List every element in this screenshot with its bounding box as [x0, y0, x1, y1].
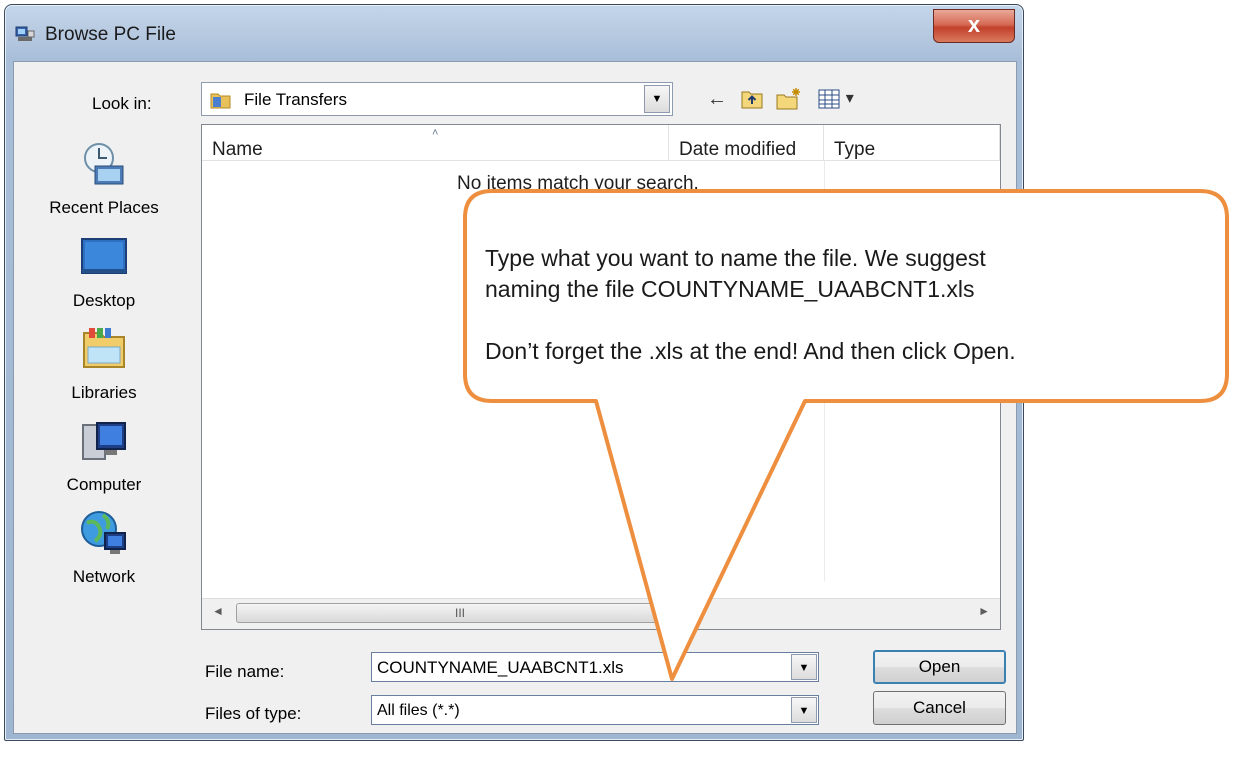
- sort-ascending-icon: ˄: [432, 127, 439, 139]
- title-bar[interactable]: Browse PC File x: [5, 5, 1023, 61]
- scroll-right-icon[interactable]: ►: [978, 604, 990, 618]
- folder-icon: [210, 91, 232, 109]
- column-header-type[interactable]: Type: [824, 125, 1000, 161]
- file-list[interactable]: Name ˄ Date modified Type No items match…: [201, 124, 1001, 630]
- column-header-type-label: Type: [834, 139, 876, 160]
- browse-pc-file-dialog: Browse PC File x Look in: File Transfers…: [4, 4, 1024, 741]
- new-folder-icon[interactable]: [775, 84, 803, 114]
- open-button[interactable]: Open: [873, 650, 1006, 684]
- place-libraries[interactable]: Libraries: [24, 325, 184, 413]
- place-label: Desktop: [72, 291, 136, 310]
- place-computer[interactable]: Computer: [24, 417, 184, 505]
- horizontal-scrollbar[interactable]: ◄ III ►: [202, 598, 1000, 629]
- recent-places-icon: [79, 140, 129, 188]
- desktop-icon: [79, 233, 129, 281]
- window-title: Browse PC File: [45, 24, 176, 45]
- file-name-value: COUNTYNAME_UAABCNT1.xls: [377, 658, 624, 677]
- file-name-label: File name:: [205, 662, 285, 681]
- column-header-name-label: Name: [212, 139, 263, 160]
- look-in-dropdown-arrow[interactable]: ▼: [644, 85, 670, 113]
- close-button[interactable]: x: [933, 9, 1015, 43]
- places-bar: Recent Places Desktop Libraries Computer: [14, 120, 192, 640]
- files-of-type-select[interactable]: All files (*.*) ▼: [371, 695, 819, 725]
- look-in-value: File Transfers: [244, 90, 347, 109]
- column-header-date-label: Date modified: [679, 139, 797, 160]
- column-header-date-modified[interactable]: Date modified: [669, 125, 824, 161]
- place-label: Libraries: [71, 383, 137, 402]
- look-in-dropdown[interactable]: File Transfers ▼: [201, 82, 673, 116]
- back-arrow-icon[interactable]: ←: [706, 84, 728, 114]
- files-of-type-value: All files (*.*): [377, 702, 460, 719]
- empty-list-message: No items match your search.: [457, 173, 699, 194]
- scroll-left-icon[interactable]: ◄: [212, 604, 224, 618]
- view-menu-icon[interactable]: ▾: [814, 84, 858, 114]
- network-icon: [79, 509, 129, 557]
- files-of-type-label: Files of type:: [205, 704, 302, 723]
- dialog-body: Look in: File Transfers ▼ ← ▾ Recent Pla…: [13, 61, 1017, 734]
- place-network[interactable]: Network: [24, 509, 184, 597]
- place-desktop[interactable]: Desktop: [24, 233, 184, 321]
- column-header-name[interactable]: Name ˄: [202, 125, 669, 161]
- place-label: Network: [72, 567, 136, 586]
- libraries-icon: [79, 325, 129, 373]
- files-of-type-dropdown-arrow[interactable]: ▼: [791, 697, 817, 723]
- view-menu-caret: ▾: [845, 90, 854, 107]
- cancel-button[interactable]: Cancel: [873, 691, 1006, 725]
- computer-icon: [79, 417, 129, 465]
- app-icon: [15, 25, 35, 43]
- scrollbar-thumb[interactable]: III: [236, 603, 684, 623]
- place-label: Computer: [66, 475, 142, 494]
- file-name-dropdown-arrow[interactable]: ▼: [791, 654, 817, 680]
- up-folder-icon[interactable]: [739, 84, 765, 114]
- place-recent-places[interactable]: Recent Places: [24, 140, 184, 228]
- callout-text: Type what you want to name the file. We …: [485, 245, 1016, 364]
- column-divider: [824, 161, 825, 581]
- file-name-input[interactable]: COUNTYNAME_UAABCNT1.xls ▼: [371, 652, 819, 682]
- look-in-label: Look in:: [92, 94, 152, 113]
- place-label: Recent Places: [49, 198, 159, 217]
